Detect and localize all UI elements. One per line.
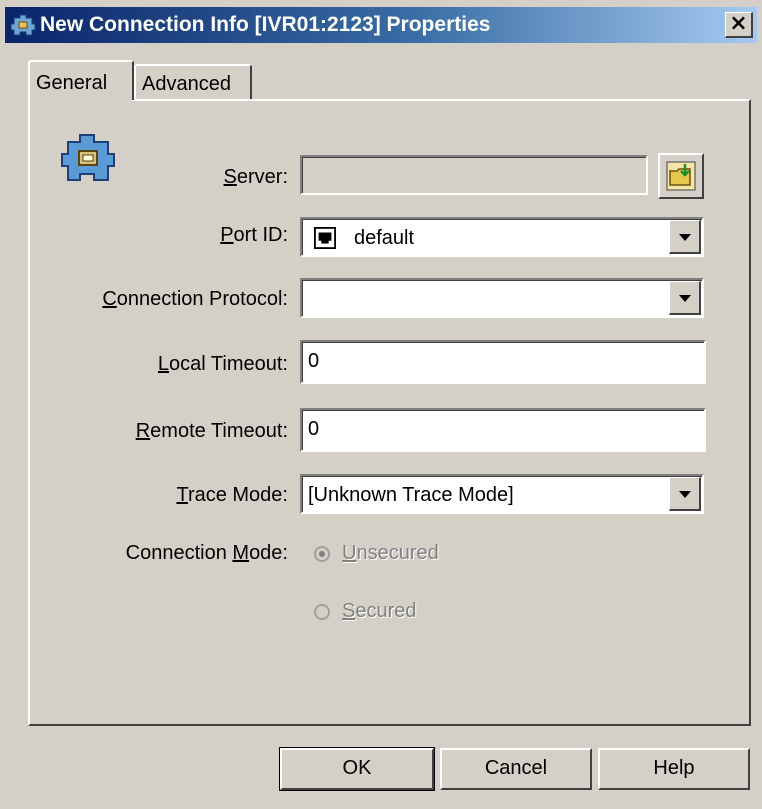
help-button[interactable]: Help xyxy=(598,748,750,790)
general-tab-panel xyxy=(28,99,751,726)
close-button[interactable]: × xyxy=(725,12,753,38)
dialog-title: New Connection Info [IVR01:2123] Propert… xyxy=(40,13,491,36)
cancel-button[interactable]: Cancel xyxy=(440,748,592,790)
ok-button[interactable]: OK xyxy=(279,747,435,791)
tab-advanced-label: Advanced xyxy=(142,73,231,95)
properties-dialog: New Connection Info [IVR01:2123] Propert… xyxy=(0,0,762,809)
tab-general[interactable]: General xyxy=(28,60,134,100)
tab-general-label: General xyxy=(36,72,108,94)
title-bar[interactable]: New Connection Info [IVR01:2123] Propert… xyxy=(5,7,757,43)
tab-advanced[interactable]: Advanced xyxy=(134,64,252,100)
connection-icon xyxy=(10,14,36,36)
